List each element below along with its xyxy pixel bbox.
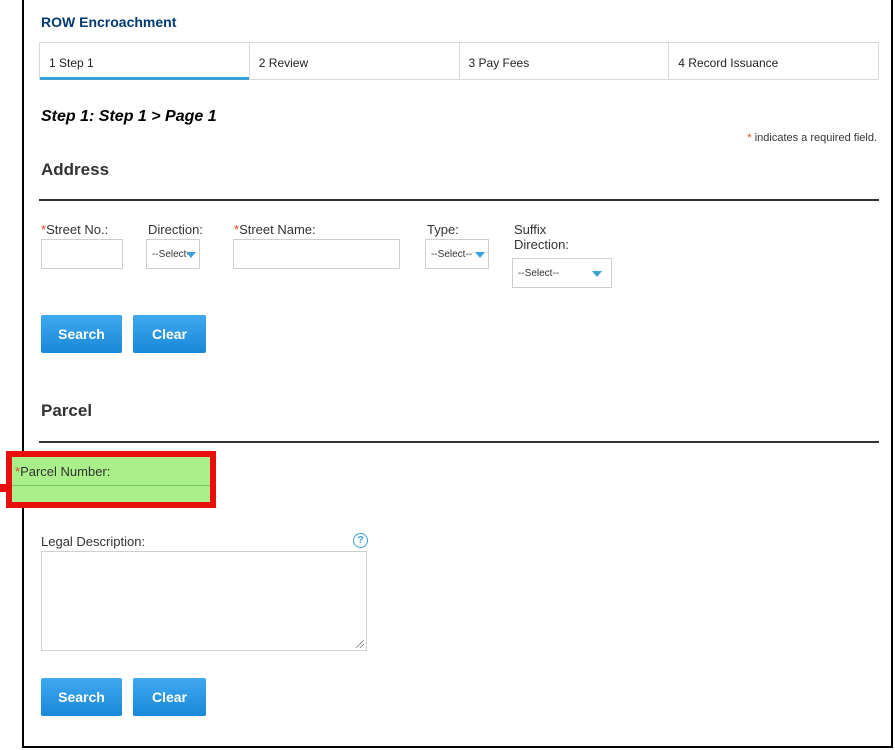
address-section-title: Address bbox=[41, 160, 110, 179]
chevron-down-icon bbox=[186, 252, 196, 258]
label-line-1: Suffix bbox=[514, 222, 547, 237]
suffix-select-value: --Select-- bbox=[518, 267, 560, 279]
step-number: 1 bbox=[49, 56, 56, 70]
type-select-value: --Select-- bbox=[431, 248, 473, 260]
parcel-divider bbox=[39, 441, 879, 443]
street-name-input[interactable] bbox=[233, 239, 400, 269]
tab-pay-fees[interactable]: 3 Pay Fees bbox=[460, 43, 670, 79]
page-title: Step 1: Step 1 > Page 1 bbox=[41, 108, 217, 125]
parcel-clear-button[interactable]: Clear bbox=[133, 678, 206, 716]
required-field-note: * indicates a required field. bbox=[747, 132, 877, 144]
step-label: Record Issuance bbox=[688, 56, 779, 70]
legal-description-textarea[interactable] bbox=[41, 551, 367, 651]
label-text: Parcel Number: bbox=[20, 464, 111, 479]
street-name-label: *Street Name: bbox=[234, 222, 316, 237]
form-panel: ROW Encroachment 1 Step 1 2 Review 3 Pay… bbox=[6, 0, 893, 748]
label-line-2: Direction: bbox=[514, 237, 569, 252]
tab-review[interactable]: 2 Review bbox=[250, 43, 460, 79]
app-title: ROW Encroachment bbox=[41, 14, 177, 30]
type-label: Type: bbox=[427, 222, 459, 237]
label-text: Street No.: bbox=[46, 222, 109, 237]
chevron-down-icon bbox=[475, 252, 485, 258]
parcel-number-field: *Parcel Number: bbox=[12, 457, 210, 502]
parcel-number-label: *Parcel Number: bbox=[15, 464, 110, 479]
direction-label: Direction: bbox=[148, 222, 203, 237]
step-label: Review bbox=[268, 56, 309, 70]
resize-handle-icon[interactable] bbox=[356, 640, 364, 648]
chevron-down-icon bbox=[592, 271, 602, 277]
required-note-text: indicates a required field. bbox=[754, 132, 877, 144]
street-no-input[interactable] bbox=[41, 239, 123, 269]
parcel-number-highlight: *Parcel Number: bbox=[6, 451, 216, 508]
required-star: * bbox=[747, 132, 752, 144]
parcel-number-input[interactable] bbox=[12, 485, 210, 503]
type-select[interactable]: --Select-- bbox=[425, 239, 489, 269]
address-divider bbox=[39, 199, 879, 201]
legal-description-label: Legal Description: bbox=[41, 534, 146, 549]
street-no-label: *Street No.: bbox=[41, 222, 108, 237]
step-number: 4 bbox=[678, 56, 685, 70]
parcel-search-button[interactable]: Search bbox=[41, 678, 122, 716]
step-number: 2 bbox=[258, 56, 266, 70]
step-label: Pay Fees bbox=[478, 56, 530, 70]
suffix-direction-label: Suffix Direction: bbox=[514, 222, 569, 252]
address-search-button[interactable]: Search bbox=[41, 315, 122, 353]
suffix-direction-select[interactable]: --Select-- bbox=[512, 258, 612, 288]
help-glyph: ? bbox=[357, 535, 364, 546]
tab-record-issuance[interactable]: 4 Record Issuance bbox=[669, 43, 878, 79]
help-icon[interactable]: ? bbox=[353, 533, 368, 548]
step-tabs: 1 Step 1 2 Review 3 Pay Fees 4 Record Is… bbox=[39, 42, 879, 80]
direction-select[interactable]: --Select-- bbox=[146, 239, 200, 269]
step-number: 3 bbox=[468, 56, 476, 70]
tab-step-1[interactable]: 1 Step 1 bbox=[40, 43, 250, 80]
parcel-section-title: Parcel bbox=[41, 401, 93, 420]
label-text: Street Name: bbox=[239, 222, 316, 237]
step-label: Step 1 bbox=[59, 56, 94, 70]
address-clear-button[interactable]: Clear bbox=[133, 315, 206, 353]
